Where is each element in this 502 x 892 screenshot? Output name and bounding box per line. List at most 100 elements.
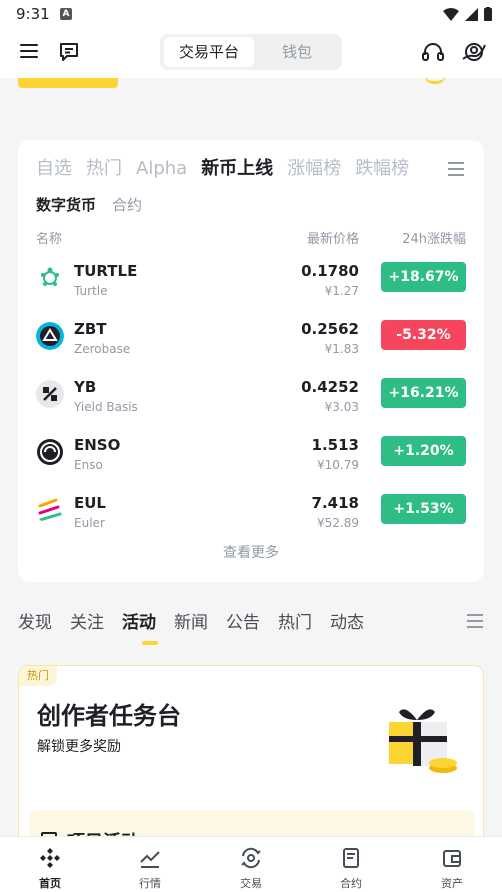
change-badge[interactable]: +18.67% bbox=[381, 262, 466, 292]
promo-title: 创作者任务台 bbox=[37, 702, 181, 730]
futures-icon bbox=[343, 848, 359, 868]
profile-icon[interactable] bbox=[462, 41, 486, 63]
change-badge[interactable]: -5.32% bbox=[381, 320, 466, 350]
segment-wallet[interactable]: 钱包 bbox=[256, 37, 338, 67]
battery-icon bbox=[484, 7, 492, 21]
tab-alpha[interactable]: Alpha bbox=[136, 158, 187, 179]
market-menu-icon[interactable] bbox=[448, 162, 464, 180]
row-symbol: TURTLE bbox=[74, 262, 138, 280]
markets-icon bbox=[140, 851, 160, 868]
nav-futures[interactable]: 合约 bbox=[321, 847, 381, 891]
table-row[interactable]: YB Yield Basis 0.4252 ¥3.03 +16.21% bbox=[36, 368, 466, 426]
promo-subtitle: 解锁更多奖励 bbox=[37, 739, 121, 755]
nav-markets[interactable]: 行情 bbox=[120, 847, 180, 891]
yb-icon bbox=[36, 380, 64, 408]
row-price: 0.1780 bbox=[301, 262, 359, 280]
tab-discover[interactable]: 发现 bbox=[18, 608, 52, 633]
subtab-spot[interactable]: 数字货币 bbox=[36, 194, 96, 215]
nav-home[interactable]: 首页 bbox=[20, 847, 80, 891]
row-cny: ¥52.89 bbox=[317, 516, 359, 530]
nav-assets-label: 资产 bbox=[441, 877, 463, 890]
banner bbox=[0, 78, 502, 140]
row-price: 7.418 bbox=[311, 494, 359, 512]
nav-trade-label: 交易 bbox=[240, 877, 262, 890]
status-time: 9:31 bbox=[16, 5, 50, 23]
row-symbol: YB bbox=[74, 378, 97, 396]
feed-menu-icon[interactable] bbox=[467, 614, 483, 632]
wifi-icon bbox=[443, 7, 459, 21]
table-row[interactable]: ZBT Zerobase 0.2562 ¥1.83 -5.32% bbox=[36, 310, 466, 368]
market-card: 自选 热门 Alpha 新币上线 涨幅榜 跌幅榜 数字货币 合约 名称 最新价格… bbox=[18, 140, 484, 582]
turtle-icon bbox=[41, 267, 59, 286]
market-sub-tabs: 数字货币 合约 bbox=[36, 194, 142, 215]
table-row[interactable]: EUL Euler 7.418 ¥52.89 +1.53% bbox=[36, 484, 466, 542]
nav-assets[interactable]: 资产 bbox=[422, 847, 482, 891]
headset-icon[interactable] bbox=[422, 42, 444, 62]
active-tab-indicator bbox=[142, 641, 158, 645]
trade-icon bbox=[241, 847, 261, 869]
platform-switcher: 交易平台 钱包 bbox=[160, 34, 342, 70]
row-name: Turtle bbox=[74, 284, 108, 298]
change-badge[interactable]: +1.53% bbox=[381, 494, 466, 524]
nav-home-label: 首页 bbox=[39, 877, 61, 890]
tab-announcements[interactable]: 公告 bbox=[226, 608, 260, 633]
tab-losers[interactable]: 跌幅榜 bbox=[355, 154, 409, 180]
banner-button[interactable] bbox=[18, 78, 118, 88]
tab-gainers[interactable]: 涨幅榜 bbox=[287, 154, 341, 180]
hot-badge: 热门 bbox=[19, 666, 57, 686]
nav-markets-label: 行情 bbox=[139, 877, 161, 890]
row-cny: ¥10.79 bbox=[317, 458, 359, 472]
wallet-icon bbox=[443, 850, 461, 867]
row-name: Zerobase bbox=[74, 342, 131, 356]
tab-favorites[interactable]: 自选 bbox=[36, 154, 72, 180]
row-symbol: ZBT bbox=[74, 320, 107, 338]
chat-icon[interactable] bbox=[59, 42, 79, 62]
row-cny: ¥1.83 bbox=[324, 342, 359, 356]
subtab-futures[interactable]: 合约 bbox=[112, 194, 142, 215]
table-row[interactable]: ENSO Enso 1.513 ¥10.79 +1.20% bbox=[36, 426, 466, 484]
segment-exchange[interactable]: 交易平台 bbox=[164, 37, 254, 67]
nav-futures-label: 合约 bbox=[340, 877, 362, 890]
col-price[interactable]: 最新价格 bbox=[307, 228, 359, 247]
notification-icon: A bbox=[60, 8, 72, 20]
system-icons bbox=[443, 7, 492, 21]
row-price: 0.2562 bbox=[301, 320, 359, 338]
row-cny: ¥1.27 bbox=[324, 284, 359, 298]
status-bar: 9:31 A bbox=[0, 0, 502, 28]
nav-trade[interactable]: 交易 bbox=[221, 847, 281, 891]
top-bar: 交易平台 钱包 bbox=[0, 28, 502, 78]
row-name: Yield Basis bbox=[74, 400, 138, 414]
signal-icon bbox=[465, 7, 478, 21]
row-cny: ¥3.03 bbox=[324, 400, 359, 414]
change-badge[interactable]: +1.20% bbox=[381, 436, 466, 466]
home-icon bbox=[40, 848, 60, 868]
table-row[interactable]: TURTLE Turtle 0.1780 ¥1.27 +18.67% bbox=[36, 252, 466, 310]
tab-hot[interactable]: 热门 bbox=[86, 154, 122, 180]
tab-campaigns[interactable]: 活动 bbox=[122, 608, 156, 633]
banner-decoration bbox=[424, 78, 446, 84]
feed-tabs: 发现 关注 活动 新闻 公告 热门 动态 bbox=[18, 608, 364, 633]
tab-trending[interactable]: 热门 bbox=[278, 608, 312, 633]
bottom-nav: 首页 行情 交易 合约 资产 bbox=[0, 836, 502, 892]
row-symbol: ENSO bbox=[74, 436, 121, 454]
view-more-link[interactable]: 查看更多 bbox=[18, 542, 484, 562]
tab-following[interactable]: 关注 bbox=[70, 608, 104, 633]
creator-task-card[interactable]: 热门 创作者任务台 解锁更多奖励 项目活动 bbox=[18, 665, 484, 865]
zbt-icon bbox=[36, 322, 64, 350]
row-price: 1.513 bbox=[311, 436, 359, 454]
eul-icon bbox=[38, 498, 62, 522]
menu-icon[interactable] bbox=[20, 44, 38, 60]
gift-icon bbox=[389, 709, 457, 773]
row-name: Euler bbox=[74, 516, 105, 530]
tab-new-listings[interactable]: 新币上线 bbox=[201, 154, 273, 180]
change-badge[interactable]: +16.21% bbox=[381, 378, 466, 408]
market-tabs: 自选 热门 Alpha 新币上线 涨幅榜 跌幅榜 bbox=[36, 154, 409, 180]
row-name: Enso bbox=[74, 458, 103, 472]
row-price: 0.4252 bbox=[301, 378, 359, 396]
tab-news[interactable]: 新闻 bbox=[174, 608, 208, 633]
enso-icon bbox=[37, 439, 63, 465]
col-name[interactable]: 名称 bbox=[36, 228, 62, 247]
row-symbol: EUL bbox=[74, 494, 106, 512]
tab-updates[interactable]: 动态 bbox=[330, 608, 364, 633]
col-change[interactable]: 24h涨跌幅 bbox=[402, 228, 466, 247]
